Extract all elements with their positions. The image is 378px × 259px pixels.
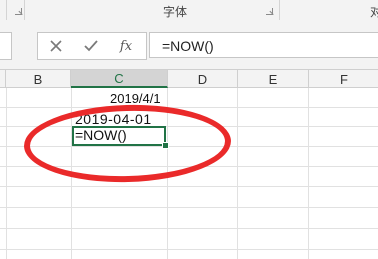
column-header-c[interactable]: C [71, 70, 168, 88]
grid-line [0, 207, 378, 208]
formula-bar-area: fx =NOW() [0, 21, 378, 69]
dialog-launcher-icon[interactable] [15, 8, 22, 15]
check-icon [84, 40, 98, 52]
ribbon-separator [279, 0, 280, 20]
grid-line [0, 186, 378, 187]
column-header-b[interactable]: B [6, 70, 71, 88]
ribbon-group-strip: 字体 对 [0, 0, 378, 22]
ribbon-separator [6, 0, 7, 20]
column-header-d[interactable]: D [168, 70, 238, 88]
formula-buttons: fx [37, 32, 147, 60]
name-box[interactable] [0, 32, 12, 60]
ribbon-group-font-label: 字体 [163, 5, 188, 19]
column-header-e[interactable]: E [238, 70, 309, 88]
grid-line [0, 107, 378, 108]
insert-function-button[interactable]: fx [109, 33, 143, 59]
grid-line [0, 249, 378, 250]
cancel-button[interactable] [39, 33, 73, 59]
column-header-row: B C D E F [0, 69, 378, 88]
formula-input[interactable]: =NOW() [149, 32, 378, 58]
close-icon [50, 40, 62, 52]
font-dialog-launcher-icon[interactable] [266, 8, 273, 15]
grid-line [0, 228, 378, 229]
grid-line [6, 88, 7, 259]
ribbon-separator [24, 0, 25, 20]
fx-icon: fx [119, 38, 133, 54]
grid-line [308, 88, 309, 259]
grid-line [237, 88, 238, 259]
ribbon-group-alignment-label: 对 [370, 5, 378, 19]
column-header-f[interactable]: F [309, 70, 378, 88]
enter-button[interactable] [74, 33, 108, 59]
cell-c2[interactable]: 2019/4/1 [110, 91, 161, 106]
